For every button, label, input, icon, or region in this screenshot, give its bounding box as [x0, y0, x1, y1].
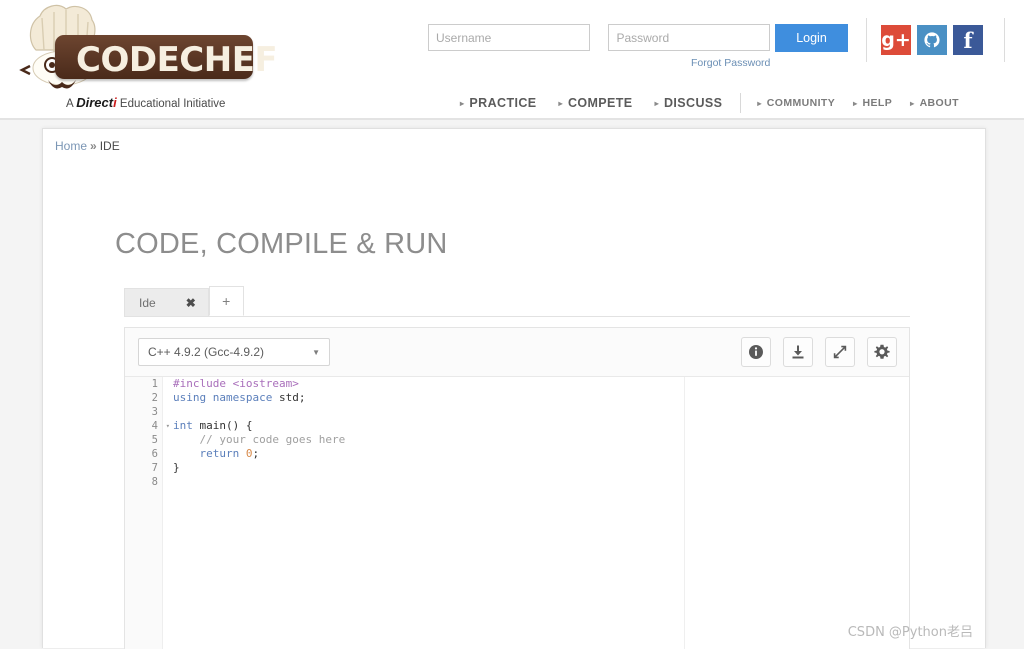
- fullscreen-button[interactable]: [825, 337, 855, 367]
- nav-item-community[interactable]: ▸ COMMUNITY: [757, 97, 835, 109]
- line-number: 3: [151, 406, 158, 418]
- nav-label: COMPETE: [567, 96, 633, 110]
- nav-item-discuss[interactable]: ▸ DISCUSS: [655, 96, 723, 110]
- nav-label: HELP: [862, 97, 893, 109]
- google-plus-icon[interactable]: g+: [881, 25, 911, 55]
- logo-wordmark: CODECHEF: [76, 40, 278, 80]
- print-margin-ruler: [684, 377, 685, 649]
- tagline-suffix: Educational Initiative: [116, 98, 226, 110]
- nav-item-about[interactable]: ▸ ABOUT: [910, 97, 959, 109]
- code-token: int: [173, 419, 200, 432]
- nav-item-compete[interactable]: ▸ COMPETE: [559, 96, 633, 110]
- social-icons: g+ f: [881, 25, 983, 55]
- expand-arrows-icon: [833, 345, 847, 359]
- tab-ide[interactable]: Ide ✖: [124, 288, 209, 316]
- line-number: 8: [151, 476, 158, 488]
- code-content: #include <iostream> using namespace std; …: [173, 377, 345, 489]
- site-header: CODECHEF A Directi Educational Initiativ…: [0, 0, 1024, 120]
- info-button[interactable]: [741, 337, 771, 367]
- line-number: 2: [151, 392, 158, 404]
- facebook-glyph: f: [963, 27, 973, 53]
- editor-tab-bar: Ide ✖ +: [124, 286, 910, 317]
- code-line: using namespace std;: [173, 391, 345, 405]
- code-token: #include: [173, 377, 233, 390]
- download-icon: [792, 345, 804, 359]
- chevron-down-icon: ▼: [312, 347, 320, 357]
- google-plus-glyph: g+: [881, 29, 911, 51]
- code-editor[interactable]: 1 2 3 4 ▾ 5 6 7 8 #include <iostream> usin…: [125, 377, 909, 649]
- login-button[interactable]: Login: [775, 24, 848, 52]
- username-input[interactable]: [428, 24, 590, 51]
- breadcrumb-current: IDE: [99, 139, 120, 153]
- line-number: 4 ▾: [151, 420, 170, 432]
- add-tab-button[interactable]: +: [208, 286, 244, 316]
- code-token: ;: [252, 447, 260, 460]
- github-icon[interactable]: [917, 25, 947, 55]
- line-number-gutter: 1 2 3 4 ▾ 5 6 7 8: [125, 377, 170, 649]
- code-line: #include <iostream>: [173, 377, 345, 391]
- code-token: std;: [278, 391, 306, 404]
- language-select[interactable]: C++ 4.9.2 (Gcc-4.9.2) ▼: [138, 338, 330, 366]
- code-line: // your code goes here: [173, 433, 345, 447]
- settings-button[interactable]: [867, 337, 897, 367]
- language-label: C++ 4.9.2 (Gcc-4.9.2): [148, 345, 265, 359]
- nav-label: ABOUT: [919, 97, 959, 109]
- nav-label: DISCUSS: [663, 96, 723, 110]
- gear-icon: [874, 344, 890, 359]
- code-token: }: [173, 461, 180, 474]
- download-button[interactable]: [783, 337, 813, 367]
- caret-icon: ▸: [757, 98, 762, 108]
- nav-label: PRACTICE: [469, 96, 537, 110]
- breadcrumb-separator: »: [90, 139, 97, 153]
- line-number: 5: [151, 434, 158, 446]
- code-line: return 0;: [173, 447, 345, 461]
- header-divider: [866, 18, 867, 62]
- close-icon[interactable]: ✖: [186, 296, 196, 310]
- nav-label: COMMUNITY: [766, 97, 836, 109]
- github-glyph: [922, 30, 942, 50]
- password-input[interactable]: [608, 24, 771, 51]
- editor-panel: C++ 4.9.2 (Gcc-4.9.2) ▼ 1 2 3 4 ▾ 5 6 7 …: [124, 327, 910, 649]
- caret-icon: ▸: [853, 98, 858, 108]
- code-line: int main() {: [173, 419, 345, 433]
- nav-divider: [740, 93, 742, 113]
- code-token: return: [173, 447, 246, 460]
- caret-icon: ▸: [558, 98, 563, 108]
- code-line: }: [173, 461, 345, 475]
- facebook-icon[interactable]: f: [953, 25, 983, 55]
- watermark: CSDN @Python老吕: [847, 625, 973, 640]
- caret-icon: ▸: [460, 98, 465, 108]
- code-token: main() {: [199, 419, 253, 432]
- toolbar-buttons: [741, 337, 897, 367]
- login-area: Login Forgot Password: [428, 24, 858, 80]
- code-token: // your code goes here: [173, 433, 346, 446]
- header-divider-right: [1004, 18, 1005, 62]
- tagline-brand: Direct: [76, 95, 114, 110]
- main-nav: ▸ PRACTICE ▸ COMPETE ▸ DISCUSS ▸ COMMUNI…: [460, 92, 977, 114]
- line-number: 7: [151, 462, 158, 474]
- code-token: namespace: [212, 391, 279, 404]
- code-token: using: [173, 391, 213, 404]
- editor-toolbar: C++ 4.9.2 (Gcc-4.9.2) ▼: [125, 328, 909, 377]
- breadcrumb: Home» IDE: [55, 139, 120, 153]
- content-card: Home» IDE CODE, COMPILE & RUN Ide ✖ + C++…: [42, 128, 986, 649]
- page-title: CODE, COMPILE & RUN: [115, 228, 448, 260]
- logo-tagline: A Directi Educational Initiative: [66, 95, 225, 110]
- breadcrumb-home[interactable]: Home: [55, 139, 87, 153]
- tab-label: Ide: [139, 295, 156, 310]
- tagline-prefix: A: [66, 98, 77, 110]
- site-logo[interactable]: CODECHEF A Directi Educational Initiativ…: [0, 0, 278, 115]
- line-number: 1: [151, 378, 158, 390]
- fold-caret-icon[interactable]: ▾: [166, 419, 170, 433]
- nav-item-practice[interactable]: ▸ PRACTICE: [460, 96, 537, 110]
- forgot-password-link[interactable]: Forgot Password: [691, 57, 770, 69]
- line-number: 6: [151, 448, 158, 460]
- info-icon: [749, 345, 763, 359]
- code-token: <iostream>: [232, 377, 299, 390]
- nav-item-help[interactable]: ▸ HELP: [853, 97, 892, 109]
- caret-icon: ▸: [910, 98, 915, 108]
- caret-icon: ▸: [654, 98, 659, 108]
